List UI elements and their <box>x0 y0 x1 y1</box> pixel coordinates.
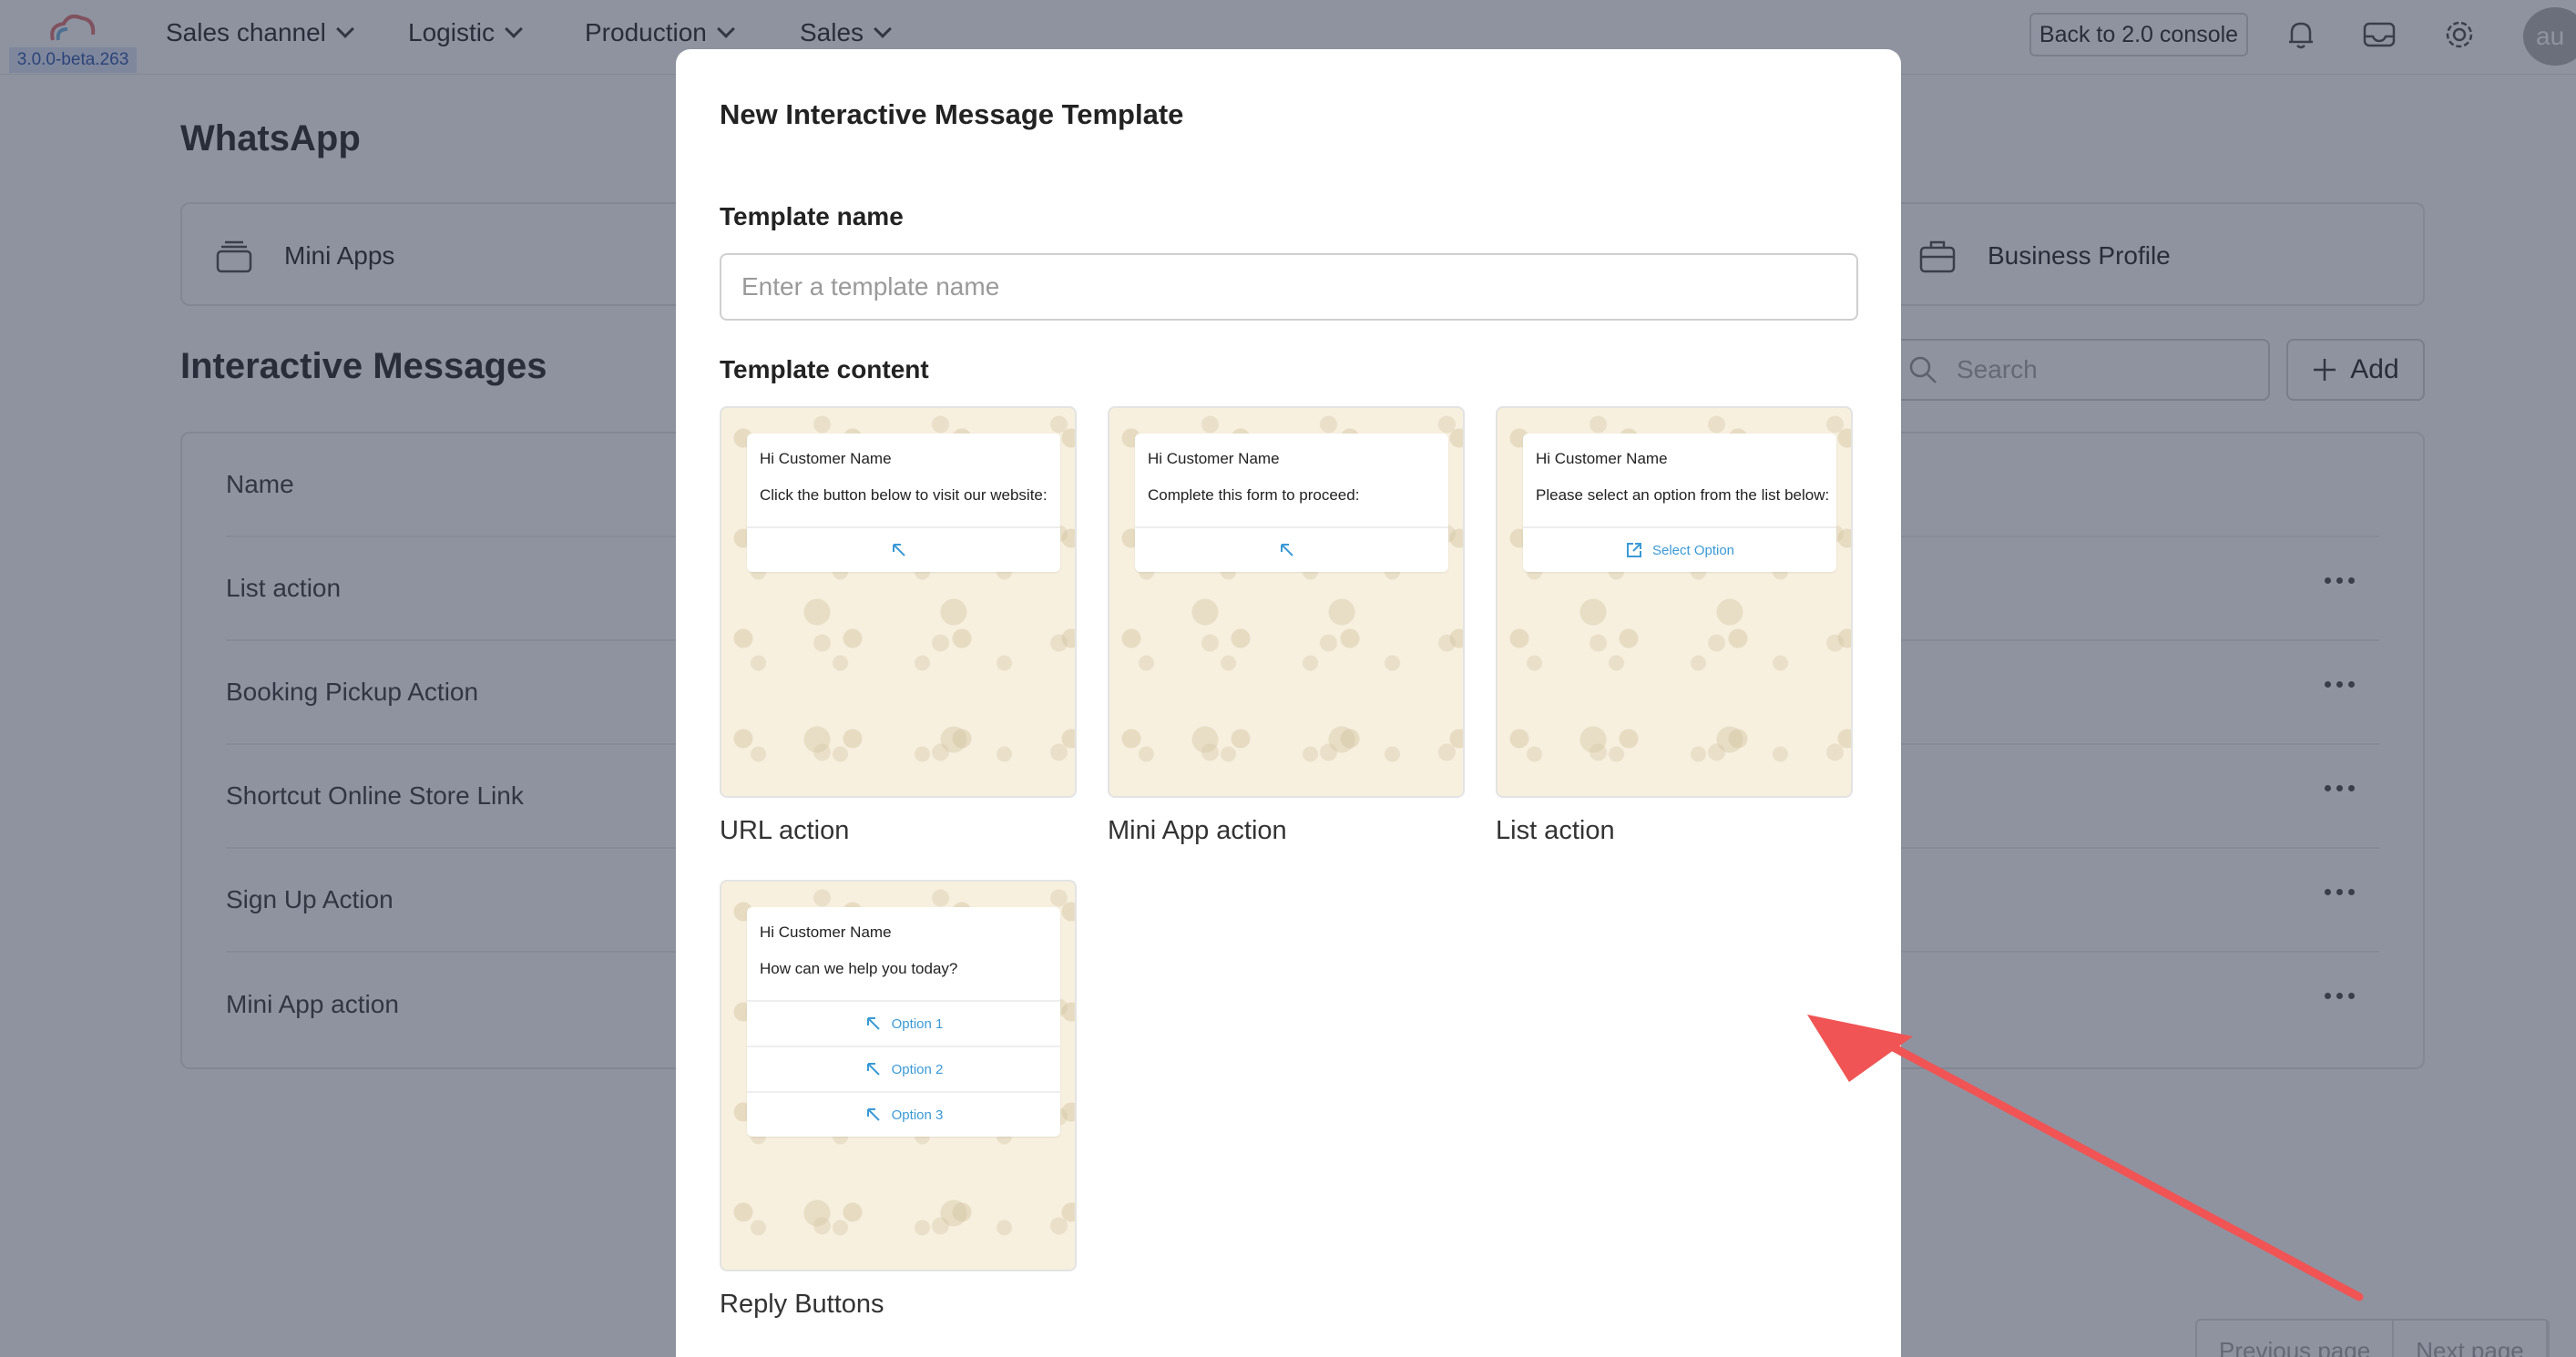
template-preview[interactable]: Hi Customer Name Complete this form to p… <box>1108 406 1465 798</box>
bubble-button: Option 1 <box>747 1000 1060 1046</box>
arrow-up-left-icon <box>866 1063 880 1076</box>
bubble-greeting: Hi Customer Name <box>760 923 892 941</box>
template-label: URL action <box>720 816 850 845</box>
template-option-list-action[interactable]: Hi Customer Name Please select an option… <box>1496 406 1853 846</box>
message-bubble: Hi Customer Name Complete this form to p… <box>1135 434 1448 572</box>
template-label: List action <box>1496 816 1615 845</box>
template-preview[interactable]: Hi Customer Name Click the button below … <box>720 406 1077 798</box>
template-option-url-action[interactable]: Hi Customer Name Click the button below … <box>720 406 1077 846</box>
template-preview[interactable]: Hi Customer Name How can we help you tod… <box>720 880 1077 1271</box>
bubble-button-label: Select Option <box>1651 542 1735 558</box>
bubble-greeting: Hi Customer Name <box>1536 450 1668 467</box>
bubble-button: Option 2 <box>747 1046 1060 1091</box>
template-name-input[interactable] <box>720 253 1858 321</box>
template-preview[interactable]: Hi Customer Name Please select an option… <box>1496 406 1853 798</box>
dialog-title: New Interactive Message Template <box>720 98 1184 130</box>
bubble-greeting: Hi Customer Name <box>760 450 892 467</box>
template-option-reply-buttons[interactable]: Hi Customer Name How can we help you tod… <box>720 880 1077 1320</box>
message-bubble: Hi Customer Name How can we help you tod… <box>747 907 1060 1137</box>
template-label: Reply Buttons <box>720 1290 884 1319</box>
bubble-body: Complete this form to proceed: <box>1148 486 1360 504</box>
arrow-up-left-icon <box>893 544 905 556</box>
bubble-button <box>747 526 1060 572</box>
bubble-button-label: Option 2 <box>891 1061 944 1077</box>
template-name-label: Template name <box>720 202 904 230</box>
bubble-button-label: Option 3 <box>891 1107 944 1123</box>
bubble-button <box>1135 526 1448 572</box>
bubble-button-label: Option 1 <box>891 1015 944 1032</box>
bubble-body: Please select an option from the list be… <box>1536 486 1830 504</box>
message-bubble: Hi Customer Name Please select an option… <box>1523 434 1836 572</box>
bubble-body: How can we help you today? <box>760 960 958 977</box>
bubble-button: Select Option <box>1523 526 1836 572</box>
template-content-label: Template content <box>720 355 929 383</box>
new-template-dialog: New Interactive Message Template Templat… <box>676 49 1901 1357</box>
external-link-icon <box>1626 543 1641 557</box>
message-bubble: Hi Customer Name Click the button below … <box>747 434 1060 572</box>
arrow-up-left-icon <box>866 1108 880 1121</box>
bubble-greeting: Hi Customer Name <box>1148 450 1280 467</box>
template-option-mini-app-action[interactable]: Hi Customer Name Complete this form to p… <box>1108 406 1465 846</box>
annotation-arrow-icon <box>1807 1015 2364 1301</box>
bubble-body: Click the button below to visit our webs… <box>760 486 1048 504</box>
template-label: Mini App action <box>1108 816 1287 845</box>
arrow-up-left-icon <box>866 1017 880 1030</box>
arrow-up-left-icon <box>1281 544 1293 556</box>
bubble-button: Option 3 <box>747 1091 1060 1137</box>
